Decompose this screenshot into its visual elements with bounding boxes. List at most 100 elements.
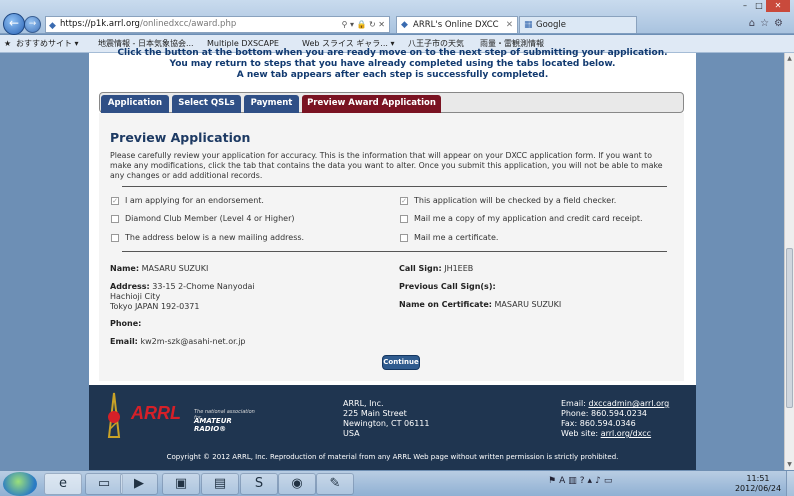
phone-label: Phone: <box>110 319 142 328</box>
footer-country: USA <box>343 429 360 438</box>
footer-web-link[interactable]: arrl.org/dxcc <box>601 429 651 438</box>
scroll-down-icon[interactable]: ▼ <box>786 461 793 468</box>
system-tray[interactable]: ⚑A▥?▴♪▭ <box>548 476 615 486</box>
option-label: Diamond Club Member (Level 4 or Higher) <box>125 214 295 223</box>
taskbar-globe[interactable]: ◉ <box>278 473 316 495</box>
taskbar-explorer[interactable]: ▭ <box>85 473 123 495</box>
endorsement-checkbox[interactable]: ✓ <box>111 196 119 205</box>
preview-description: Please carefully review your application… <box>110 151 663 180</box>
back-arrow-icon: ← <box>8 16 20 30</box>
option-diamond-club: Diamond Club Member (Level 4 or Higher) <box>111 214 294 223</box>
favorites-star-icon[interactable]: ★ <box>4 35 11 52</box>
option-label: The address below is a new mailing addre… <box>125 233 305 242</box>
option-label: I am applying for an endorsement. <box>125 196 264 205</box>
address-row: Address: 33-15 2-Chome Nanyodai Hachioji… <box>110 282 255 312</box>
address-line: 33-15 2-Chome Nanyodai <box>152 282 255 291</box>
taskbar-files[interactable]: ▤ <box>201 473 239 495</box>
footer-email-label: Email: <box>561 399 586 408</box>
folder-icon: ▭ <box>97 476 111 491</box>
continue-button[interactable]: Continue <box>382 355 420 370</box>
tab-google[interactable]: ▦ Google <box>519 16 637 33</box>
name-row: Name: MASARU SUZUKI <box>110 264 208 274</box>
tab-select-qsls[interactable]: Select QSLs <box>172 95 241 113</box>
callsign-value: JH1EEB <box>444 264 474 273</box>
close-window-button[interactable]: ✕ <box>766 0 790 12</box>
files-icon: ▤ <box>213 476 227 491</box>
mail-copy-checkbox[interactable] <box>400 214 408 223</box>
field-checker-checkbox[interactable]: ✓ <box>400 196 408 205</box>
certificate-name-value: MASARU SUZUKI <box>494 300 562 309</box>
address-tools[interactable]: ⚲ ▾ 🔒 ↻ ✕ <box>342 17 385 32</box>
diamond-club-checkbox[interactable] <box>111 214 119 223</box>
taskbar-clock[interactable]: 11:51 2012/06/24 <box>733 474 783 494</box>
browser-toolbar-icons: ⌂☆⚙ <box>749 18 788 29</box>
tab-application[interactable]: Application <box>101 95 169 113</box>
tray-flag-icon[interactable]: ⚑ <box>548 476 559 486</box>
page-scrollbar[interactable]: ▲ ▼ <box>784 53 794 470</box>
favorite-recommended[interactable]: おすすめサイト ▾ <box>16 35 79 52</box>
tray-ime-icon[interactable]: A <box>559 476 568 486</box>
forward-button[interactable]: → <box>24 16 41 33</box>
tray-help-icon[interactable]: ? <box>580 476 588 486</box>
home-icon[interactable]: ⌂ <box>749 18 760 29</box>
page-viewport: Click the button at the bottom when you … <box>0 48 784 470</box>
footer-email-link[interactable]: dxccadmin@arrl.org <box>588 399 669 408</box>
footer-web-label: Web site: <box>561 429 599 438</box>
tab-arrl-online-dxcc[interactable]: ◆ ARRL's Online DXCC ✕ <box>396 16 518 33</box>
tray-volume-icon[interactable]: ♪ <box>595 476 604 486</box>
callsign-row: Call Sign: JH1EEB <box>399 264 473 274</box>
stop-icon[interactable]: ✕ <box>378 20 385 29</box>
search-icon[interactable]: ⚲ <box>342 20 348 29</box>
scroll-thumb[interactable] <box>786 248 793 408</box>
email-row: Email: kw2m-szk@asahi-net.or.jp <box>110 337 246 347</box>
tab-label: ARRL's Online DXCC <box>413 20 499 30</box>
certificate-name-label: Name on Certificate: <box>399 300 492 309</box>
lock-icon: 🔒 <box>356 20 367 29</box>
arrl-logo[interactable]: ARRL The national association for AMATEU… <box>97 392 262 438</box>
divider <box>122 251 667 252</box>
footer-phone: Phone: 860.594.0234 <box>561 409 648 418</box>
taskbar-skype[interactable]: S <box>240 473 278 495</box>
tab-close-icon[interactable]: ✕ <box>506 17 513 33</box>
new-address-checkbox[interactable] <box>111 233 119 242</box>
taskbar-tool[interactable]: ✎ <box>316 473 354 495</box>
back-button[interactable]: ← <box>3 13 25 35</box>
email-value: kw2m-szk@asahi-net.or.jp <box>140 337 246 346</box>
option-new-address: The address below is a new mailing addre… <box>111 233 304 242</box>
tray-arrow-icon[interactable]: ▴ <box>588 476 596 486</box>
refresh-icon[interactable]: ↻ <box>369 20 376 29</box>
taskbar-media-player[interactable]: ▶ <box>120 473 158 495</box>
copyright: Copyright © 2012 ARRL, Inc. Reproduction… <box>166 453 619 461</box>
step-tabs: Application Select QSLs Payment Preview … <box>99 92 684 113</box>
show-desktop-button[interactable] <box>786 471 794 496</box>
minimize-button[interactable]: – <box>738 0 752 12</box>
favorites-star-icon[interactable]: ☆ <box>760 18 774 29</box>
site-footer: ARRL The national association for AMATEU… <box>89 385 696 470</box>
footer-city: Newington, CT 06111 <box>343 419 430 428</box>
maximize-button[interactable]: □ <box>752 0 766 12</box>
divider <box>122 186 667 187</box>
clock-date: 2012/06/24 <box>734 484 782 493</box>
callsign-label: Call Sign: <box>399 264 442 273</box>
taskbar-app[interactable]: ▣ <box>162 473 200 495</box>
skype-icon: S <box>254 476 264 491</box>
tab-label: Google <box>536 20 566 30</box>
url-path: /onlinedxcc/award.php <box>139 19 237 29</box>
footer-street: 225 Main Street <box>343 409 407 418</box>
address-bar[interactable]: ◆ https://p1k.arrl.org/onlinedxcc/award.… <box>45 16 390 33</box>
tab-preview-award-application[interactable]: Preview Award Application <box>302 95 441 113</box>
option-label: This application will be checked by a fi… <box>414 196 617 205</box>
mail-certificate-checkbox[interactable] <box>400 233 408 242</box>
internet-explorer-icon: e <box>59 476 67 491</box>
tab-payment[interactable]: Payment <box>244 95 299 113</box>
settings-gear-icon[interactable]: ⚙ <box>774 18 788 29</box>
taskbar-internet-explorer[interactable]: e <box>44 473 82 495</box>
scroll-up-icon[interactable]: ▲ <box>786 55 793 62</box>
forward-arrow-icon: → <box>28 19 37 29</box>
tray-display-icon[interactable]: ▭ <box>604 476 616 486</box>
main-content: Click the button at the bottom when you … <box>89 48 696 385</box>
browser-title-bar: – □ ✕ ← → ◆ https://p1k.arrl.org/onlined… <box>0 0 794 35</box>
start-button[interactable] <box>3 472 37 496</box>
tray-network-icon[interactable]: ▥ <box>568 476 580 486</box>
window-controls: – □ ✕ <box>738 0 790 12</box>
